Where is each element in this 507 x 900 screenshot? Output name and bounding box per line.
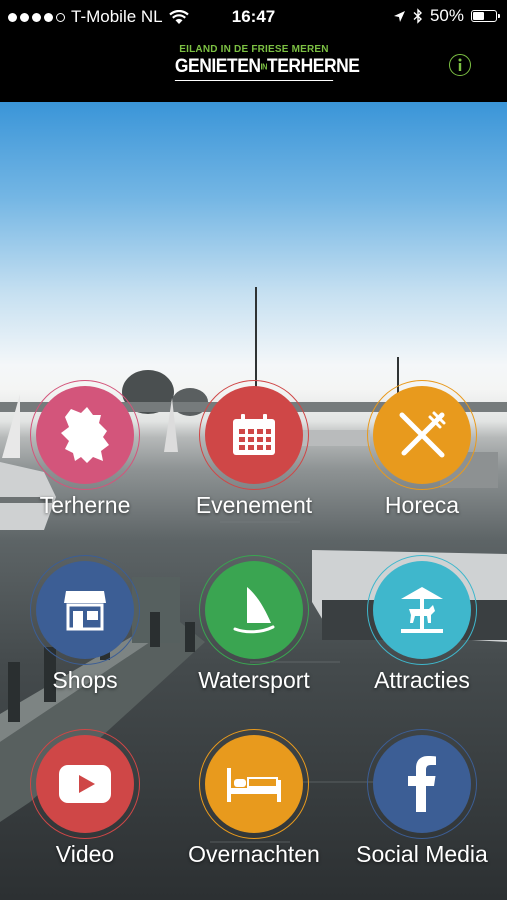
tile-watersport[interactable]: Watersport (169, 555, 339, 701)
facebook-icon (408, 756, 436, 812)
windsurf-icon (233, 587, 275, 634)
info-icon (458, 58, 462, 71)
logo-title: GENIETENINTERHERNE (174, 56, 360, 81)
calendar-icon (233, 414, 275, 455)
tile-label: Video (55, 841, 115, 867)
tile-horeca[interactable]: Horeca (337, 380, 507, 526)
tile-label: Social Media (356, 841, 488, 867)
tile-label: Attracties (374, 667, 470, 693)
tile-circle (373, 735, 471, 833)
status-bar: T-Mobile NL 16:47 50% (0, 0, 507, 34)
tile-evenement[interactable]: Evenement (169, 380, 339, 526)
tile-circle (205, 386, 303, 484)
tile-label: Horeca (384, 492, 460, 518)
carousel-icon (401, 587, 443, 633)
battery-icon (471, 10, 500, 22)
tile-label: Shops (52, 667, 118, 693)
tile-label: Overnachten (188, 841, 320, 867)
tile-video[interactable]: Video (0, 729, 170, 875)
tile-attracties[interactable]: Attracties (337, 555, 507, 701)
tile-shops[interactable]: Shops (0, 555, 170, 701)
logo-right: TERHERNE (266, 56, 360, 77)
info-button[interactable] (449, 54, 471, 76)
tile-circle (36, 386, 134, 484)
bluetooth-icon (413, 8, 422, 24)
app-screen: T-Mobile NL 16:47 50% EILAND IN DE FRIES… (0, 0, 507, 900)
tile-circle (36, 561, 134, 659)
app-logo: EILAND IN DE FRIESE MEREN GENIETENINTERH… (168, 44, 360, 81)
shop-icon (64, 591, 106, 631)
battery-level (473, 12, 484, 20)
tile-circle (373, 561, 471, 659)
location-arrow-icon (393, 10, 405, 22)
logo-left: GENIETEN (174, 56, 261, 77)
tile-label: Terherne (39, 492, 131, 518)
tile-label: Watersport (198, 667, 310, 693)
logo-tagline: EILAND IN DE FRIESE MEREN (179, 44, 329, 55)
tile-terherne[interactable]: Terherne (0, 380, 170, 526)
tile-circle (373, 386, 471, 484)
tile-overnachten[interactable]: Overnachten (169, 729, 339, 875)
map-icon (61, 407, 109, 463)
battery-percent: 50% (429, 6, 464, 25)
tile-circle (205, 735, 303, 833)
bed-icon (227, 768, 281, 802)
tile-label: Evenement (195, 492, 313, 518)
tile-social-media[interactable]: Social Media (337, 729, 507, 875)
app-header: EILAND IN DE FRIESE MEREN GENIETENINTERH… (0, 34, 507, 102)
fork-knife-icon (399, 411, 446, 458)
tile-circle (36, 735, 134, 833)
youtube-icon (59, 765, 111, 803)
tile-circle (205, 561, 303, 659)
